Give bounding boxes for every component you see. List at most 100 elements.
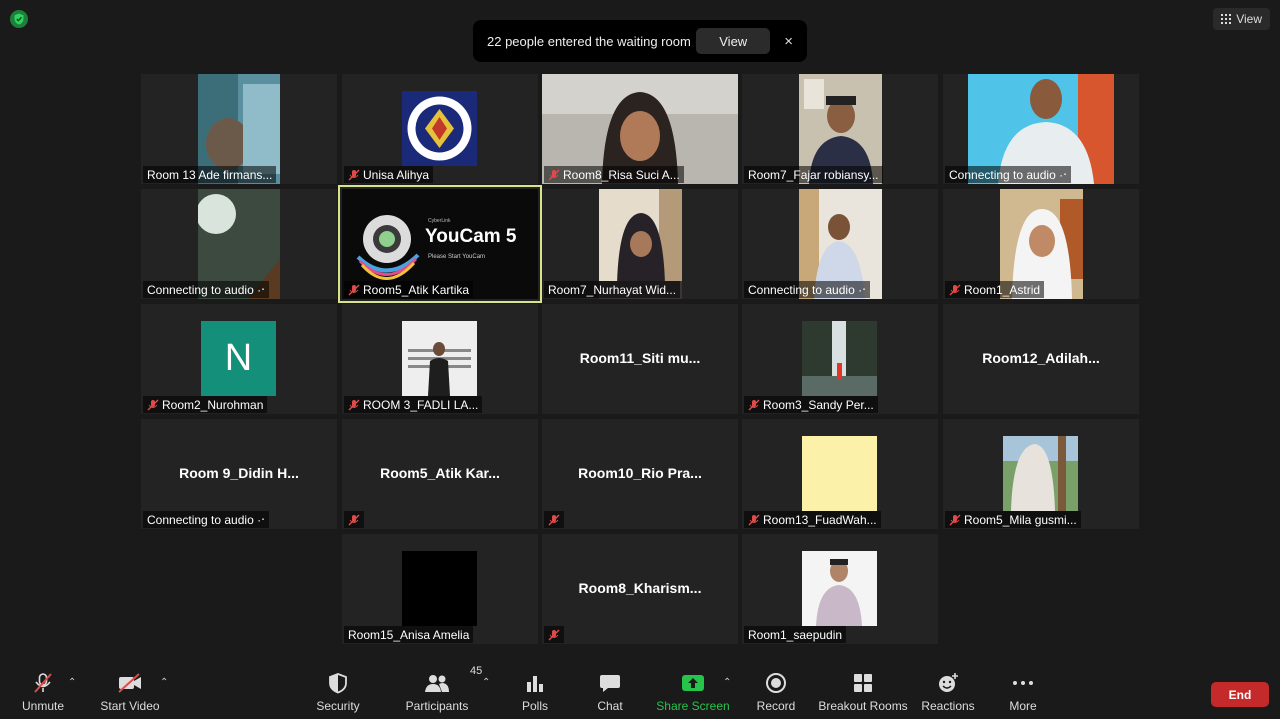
participants-icon	[425, 675, 449, 692]
participant-name: Room5_Atik Kartika	[344, 281, 474, 298]
view-label: View	[1236, 12, 1262, 26]
reactions-smiley-icon	[939, 673, 958, 692]
participants-button[interactable]: 45 Participants	[404, 663, 483, 719]
participant-name: Connecting to audio ·‧	[744, 281, 870, 298]
muted-mic-icon	[348, 284, 360, 295]
video-tile[interactable]: Room10_Rio Pra...	[542, 419, 738, 529]
video-tile[interactable]: Room13_FuadWah...	[742, 419, 938, 529]
participant-display-name: Room10_Rio Pra...	[578, 465, 702, 481]
video-tile[interactable]: Room7_Fajar robiansy...	[742, 74, 938, 184]
end-meeting-button[interactable]: End	[1211, 682, 1269, 707]
microphone-muted-icon	[34, 673, 52, 693]
participant-name	[344, 511, 364, 528]
participant-name: Room5_Mila gusmi...	[945, 511, 1081, 528]
view-layout-button[interactable]: View	[1213, 8, 1270, 30]
profile-picture	[802, 321, 877, 396]
waiting-room-view-button[interactable]: View	[696, 28, 771, 54]
video-camera-off-icon	[118, 673, 141, 693]
participant-name: Room2_Nurohman	[143, 396, 268, 413]
unmute-button[interactable]: Unmute	[16, 663, 70, 719]
video-tile[interactable]: Room 9_Didin H... Connecting to audio ·‧	[141, 419, 337, 529]
share-screen-icon	[682, 675, 704, 691]
active-speaker-tile[interactable]: CyberLink YouCam 5 Please Start YouCam R…	[338, 185, 542, 303]
grid-view-icon	[1221, 14, 1232, 24]
participant-name: Room3_Sandy Per...	[744, 396, 878, 413]
participant-name: Room7_Nurhayat Wid...	[544, 281, 681, 298]
profile-picture	[802, 436, 877, 511]
close-notification-icon[interactable]: ×	[784, 33, 793, 50]
participant-display-name: Room5_Atik Kar...	[380, 465, 500, 481]
chat-bubble-icon	[600, 675, 620, 692]
security-button[interactable]: Security	[312, 663, 364, 719]
participant-name: ROOM 3_FADLI LA...	[344, 396, 483, 413]
video-tile[interactable]: ROOM 3_FADLI LA...	[342, 304, 538, 414]
muted-mic-icon	[949, 514, 961, 525]
security-shield-icon[interactable]	[10, 10, 28, 28]
participant-name: Room7_Fajar robiansy...	[744, 166, 883, 183]
more-button[interactable]: More	[1006, 663, 1040, 719]
video-tile[interactable]: Room8_Kharism...	[542, 534, 738, 644]
shield-icon	[329, 673, 347, 694]
start-video-button[interactable]: Start Video	[100, 663, 160, 719]
record-icon	[766, 673, 786, 693]
reactions-button[interactable]: Reactions	[921, 663, 975, 719]
avatar: N	[201, 321, 276, 396]
muted-mic-icon	[348, 169, 360, 180]
video-tile[interactable]: Connecting to audio ·‧	[943, 74, 1139, 184]
share-options-caret-icon[interactable]: ⌃	[723, 677, 731, 688]
video-tile[interactable]: Room 13 Ade firmans...	[141, 74, 337, 184]
video-tile[interactable]: Room1_saepudin	[742, 534, 938, 644]
participant-display-name: Room11_Siti mu...	[579, 350, 701, 366]
participant-name: Room15_Anisa Amelia	[344, 626, 474, 643]
participant-name	[544, 626, 564, 643]
share-screen-button[interactable]: Share Screen	[656, 663, 730, 719]
profile-picture	[402, 551, 477, 626]
participant-display-name: Room8_Kharism...	[578, 580, 702, 596]
muted-mic-icon	[748, 399, 760, 410]
meeting-toolbar: Unmute ⌃ Start Video ⌃ Security 45 Parti…	[0, 663, 1280, 719]
video-tile[interactable]: Room1_Astrid	[943, 189, 1139, 299]
record-button[interactable]: Record	[756, 663, 796, 719]
muted-mic-icon	[548, 514, 560, 525]
video-tile[interactable]: Room5_Mila gusmi...	[943, 419, 1139, 529]
youcam-title: YouCam 5	[425, 226, 517, 247]
video-tile[interactable]: Room5_Atik Kar...	[342, 419, 538, 529]
video-tile[interactable]: Room8_Risa Suci A...	[542, 74, 738, 184]
youcam-brand: CyberLink	[428, 218, 451, 224]
muted-mic-icon	[147, 399, 159, 410]
profile-picture	[1003, 436, 1078, 511]
video-tile[interactable]: N Room2_Nurohman	[141, 304, 337, 414]
youcam-subtitle: Please Start YouCam	[428, 254, 486, 260]
breakout-rooms-button[interactable]: Breakout Rooms	[818, 663, 908, 719]
muted-mic-icon	[748, 514, 760, 525]
participant-name	[544, 511, 564, 528]
video-options-caret-icon[interactable]: ⌃	[160, 677, 168, 688]
polls-icon	[527, 676, 543, 692]
participant-name: Room8_Risa Suci A...	[544, 166, 684, 183]
participant-name: Unisa Alihya	[344, 166, 434, 183]
muted-mic-icon	[548, 629, 560, 640]
muted-mic-icon	[348, 399, 360, 410]
polls-button[interactable]: Polls	[516, 663, 554, 719]
muted-mic-icon	[548, 169, 560, 180]
audio-options-caret-icon[interactable]: ⌃	[68, 677, 76, 688]
video-tile[interactable]: Connecting to audio ·‧	[141, 189, 337, 299]
video-tile[interactable]: Room11_Siti mu...	[542, 304, 738, 414]
video-tile[interactable]: Room15_Anisa Amelia	[342, 534, 538, 644]
participant-display-name: Room12_Adilah...	[982, 350, 1100, 366]
video-tile[interactable]: Room7_Nurhayat Wid...	[542, 189, 738, 299]
participant-name: Connecting to audio ·‧	[143, 511, 269, 528]
video-tile[interactable]: Room12_Adilah...	[943, 304, 1139, 414]
chat-button[interactable]: Chat	[592, 663, 628, 719]
profile-picture	[402, 321, 477, 396]
video-tile[interactable]: Room3_Sandy Per...	[742, 304, 938, 414]
university-logo	[402, 91, 477, 166]
participant-display-name: Room 9_Didin H...	[179, 465, 299, 481]
participant-name: Room 13 Ade firmans...	[143, 166, 277, 183]
more-dots-icon	[1013, 681, 1033, 685]
participant-name: Room1_saepudin	[744, 626, 847, 643]
participants-options-caret-icon[interactable]: ⌃	[482, 677, 490, 688]
video-tile[interactable]: Connecting to audio ·‧	[742, 189, 938, 299]
video-tile[interactable]: Unisa Alihya	[342, 74, 538, 184]
participant-name: Room1_Astrid	[945, 281, 1045, 298]
